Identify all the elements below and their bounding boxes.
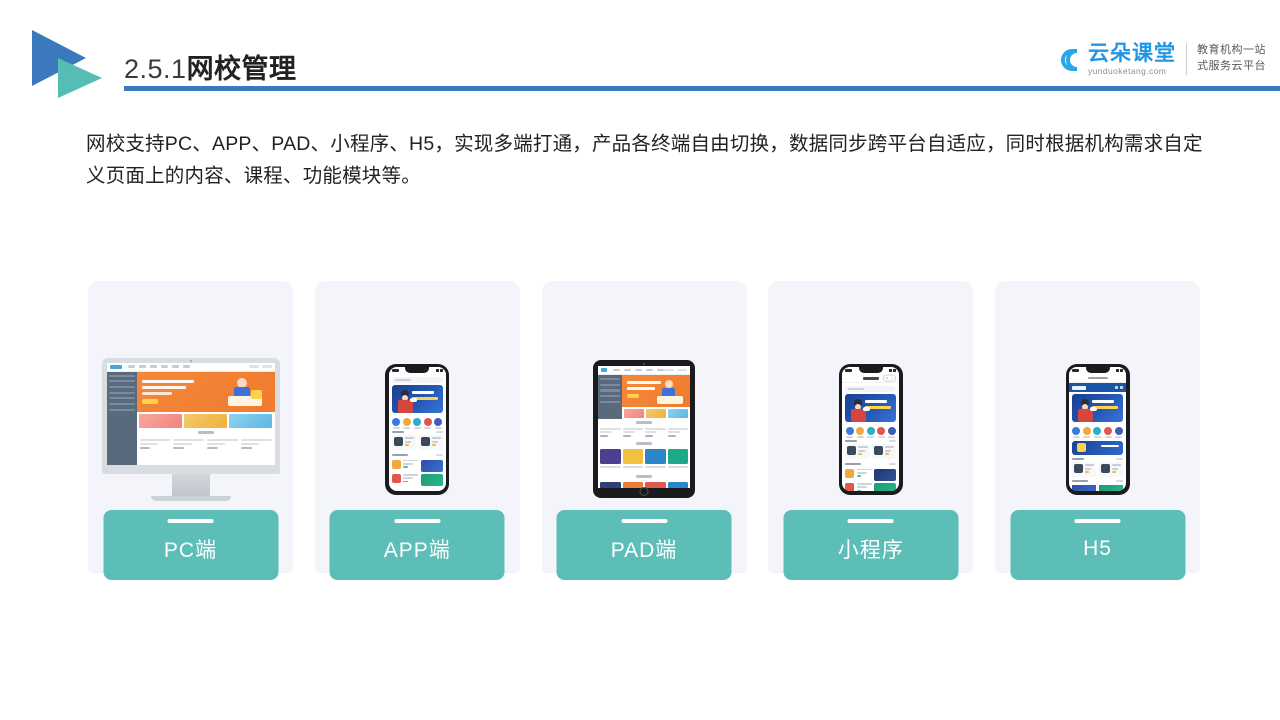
device-card-pad[interactable]: PAD端 xyxy=(541,281,747,580)
device-label-chip-h5[interactable]: H5 xyxy=(1010,510,1185,580)
chip-bar xyxy=(621,519,667,523)
device-label-chip-app[interactable]: APP端 xyxy=(329,510,505,580)
page-title-name: 网校管理 xyxy=(186,54,297,84)
smartphone-mockup xyxy=(385,363,450,495)
device-label-text: PC端 xyxy=(163,539,218,562)
smartphone-miniprogram-mockup xyxy=(838,363,903,495)
page-title-number: 2.5.1 xyxy=(124,54,187,84)
device-label-chip-pad[interactable]: PAD端 xyxy=(556,510,732,580)
slide-header: 2.5.1网校管理 云朵课堂 yunduoketang.com 教育机构一站 式… xyxy=(0,0,1280,100)
device-label-text: APP端 xyxy=(383,539,451,562)
device-card-row: PC端 APP端 PAD端 小程序 H5 xyxy=(88,281,1200,580)
chip-bar xyxy=(847,519,894,523)
title-underline-rule xyxy=(124,86,1280,91)
device-label-text: PAD端 xyxy=(610,539,678,562)
chip-bar xyxy=(167,519,214,523)
device-label-text: 小程序 xyxy=(837,539,904,562)
brand-tagline: 教育机构一站 式服务云平台 xyxy=(1197,43,1266,75)
device-card-pc[interactable]: PC端 xyxy=(88,281,293,580)
brand-logo: 云朵课堂 yunduoketang.com 教育机构一站 式服务云平台 xyxy=(1052,36,1266,82)
brand-name: 云朵课堂 xyxy=(1088,41,1176,65)
smartphone-browser-mockup xyxy=(1065,363,1130,495)
chip-bar xyxy=(1074,519,1121,523)
cloud-icon xyxy=(1061,49,1078,71)
brand-divider xyxy=(1186,43,1187,75)
device-label-chip-pc[interactable]: PC端 xyxy=(103,510,278,580)
page-title: 2.5.1网校管理 xyxy=(124,47,297,86)
tablet-mockup xyxy=(593,360,695,498)
imac-mockup xyxy=(101,357,280,501)
device-card-h5[interactable]: H5 xyxy=(995,281,1200,580)
device-card-app[interactable]: APP端 xyxy=(314,281,520,580)
brand-domain: yunduoketang.com xyxy=(1088,65,1167,76)
device-label-text: H5 xyxy=(1083,537,1112,560)
device-card-miniprogram[interactable]: 小程序 xyxy=(768,281,974,580)
intro-paragraph: 网校支持PC、APP、PAD、小程序、H5，实现多端打通，产品各终端自由切换，数… xyxy=(86,133,1203,187)
device-label-chip-miniprogram[interactable]: 小程序 xyxy=(783,510,959,580)
chip-bar xyxy=(394,519,441,523)
brand-tagline-line2: 式服务云平台 xyxy=(1197,60,1266,72)
triangle-logo-icon xyxy=(28,28,114,100)
brand-tagline-line1: 教育机构一站 xyxy=(1197,44,1266,57)
